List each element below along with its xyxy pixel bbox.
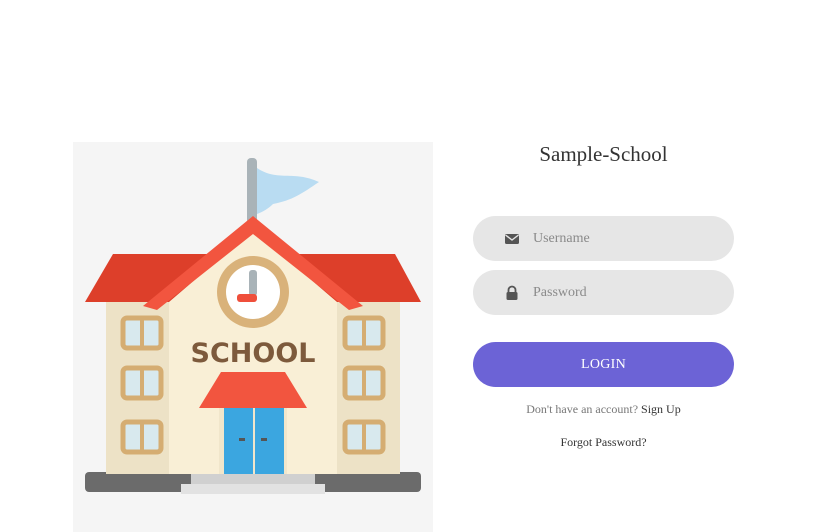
app-title: Sample-School xyxy=(539,142,668,166)
password-field[interactable] xyxy=(473,270,734,315)
school-sign-text: SCHOOL xyxy=(191,338,316,369)
school-illustration: SCHOOL xyxy=(73,142,433,532)
username-field[interactable] xyxy=(473,216,734,261)
username-input[interactable] xyxy=(533,216,713,261)
lock-icon xyxy=(506,285,518,300)
signup-prompt: Don't have an account? Sign Up xyxy=(473,402,734,417)
forgot-password-row: Forgot Password? xyxy=(473,435,734,450)
password-input[interactable] xyxy=(533,270,713,315)
forgot-password-link[interactable]: Forgot Password? xyxy=(560,435,646,449)
school-building-image: SCHOOL xyxy=(85,158,421,494)
no-account-text: Don't have an account? xyxy=(526,402,639,416)
envelope-icon xyxy=(505,234,519,244)
signup-link[interactable]: Sign Up xyxy=(641,402,681,416)
login-button[interactable]: LOGIN xyxy=(473,342,734,387)
